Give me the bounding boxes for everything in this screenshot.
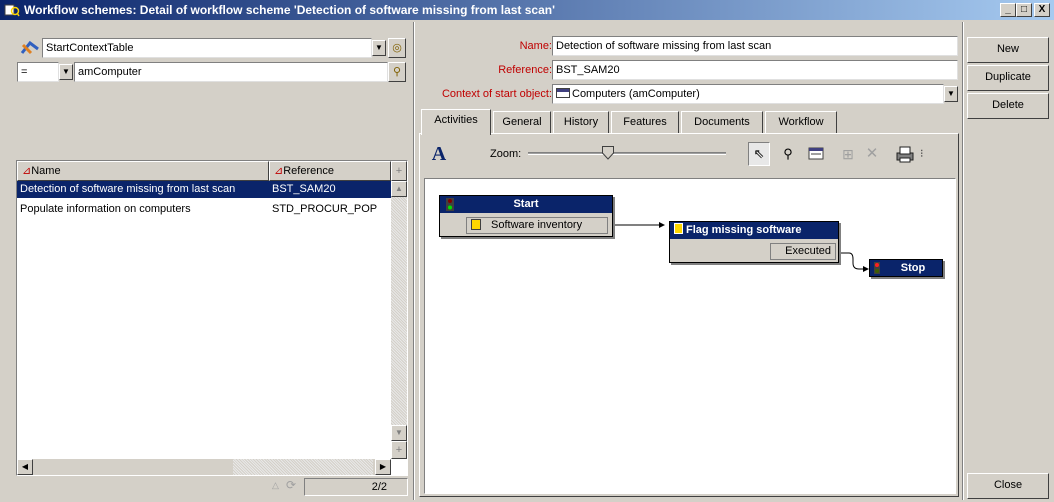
- scroll-track[interactable]: [233, 459, 373, 475]
- scheme-list[interactable]: ⊿Name ⊿Reference Detection of software m…: [16, 160, 408, 476]
- print-icon[interactable]: [894, 144, 916, 164]
- filter-table-dropdown[interactable]: ▼: [372, 40, 386, 56]
- app-icon: [4, 2, 20, 18]
- tab-panel: A Zoom: ⇖ ⚲ ⊞ ✕ ⁝ Start Software invento…: [419, 133, 959, 497]
- stop-node[interactable]: Stop: [869, 259, 943, 277]
- zoom-slider-thumb[interactable]: [602, 146, 614, 160]
- pane-splitter[interactable]: [413, 22, 415, 500]
- context-dropdown[interactable]: ▼: [944, 86, 958, 102]
- window-title: Workflow schemes: Detail of workflow sch…: [24, 3, 555, 17]
- scroll-up-icon[interactable]: ▲: [391, 181, 407, 197]
- start-event[interactable]: Software inventory: [466, 217, 608, 234]
- table-icon: [556, 88, 570, 98]
- filter-value-input[interactable]: amComputer: [74, 62, 388, 82]
- maximize-button[interactable]: □: [1016, 3, 1032, 17]
- name-label: Name:: [519, 40, 552, 52]
- scroll-add-icon[interactable]: +: [391, 441, 407, 459]
- diagram-canvas[interactable]: Start Software inventory Flag missing so…: [424, 178, 956, 494]
- table-row[interactable]: Populate information on computers STD_PR…: [17, 201, 391, 218]
- cell-name: Populate information on computers: [20, 203, 191, 215]
- tab-features[interactable]: Features: [611, 111, 679, 133]
- scroll-left-icon[interactable]: ◀: [17, 459, 33, 475]
- zoom-tool-icon[interactable]: ⚲: [778, 144, 798, 164]
- button-column-divider: [962, 22, 964, 500]
- add-activity-icon[interactable]: ⊞: [838, 144, 858, 164]
- record-count: 2/2: [304, 478, 408, 496]
- filter-table-field[interactable]: StartContextTable: [42, 38, 372, 58]
- cell-reference: BST_SAM20: [272, 183, 336, 195]
- tab-workflow[interactable]: Workflow: [765, 111, 837, 133]
- event-icon: [471, 219, 481, 230]
- filter-table-icon: [20, 39, 40, 57]
- diagram-toolbar: A Zoom: ⇖ ⚲ ⊞ ✕ ⁝: [424, 140, 954, 170]
- more-tools-icon[interactable]: ⁝: [920, 144, 930, 164]
- cell-name: Detection of software missing from last …: [20, 183, 236, 195]
- reference-label: Reference:: [498, 64, 552, 76]
- tab-history[interactable]: History: [553, 111, 609, 133]
- column-header-name[interactable]: ⊿Name: [17, 161, 269, 181]
- traffic-light-green-icon: [446, 198, 454, 211]
- properties-icon[interactable]: [806, 144, 826, 164]
- scroll-thumb[interactable]: [33, 459, 233, 475]
- scroll-down-icon[interactable]: ▼: [391, 425, 407, 441]
- activity-node[interactable]: Flag missing software Executed: [669, 221, 839, 263]
- minimize-button[interactable]: _: [1000, 3, 1016, 17]
- vertical-scrollbar[interactable]: + ▲ ▼ +: [391, 161, 407, 459]
- stop-node-header: Stop: [870, 260, 942, 276]
- name-field[interactable]: Detection of software missing from last …: [552, 36, 958, 56]
- pointer-tool-icon[interactable]: ⇖: [748, 142, 770, 166]
- tab-general[interactable]: General: [493, 111, 551, 133]
- context-label: Context of start object:: [441, 88, 552, 100]
- zoom-label: Zoom:: [490, 148, 522, 160]
- column-add-icon[interactable]: +: [391, 161, 407, 181]
- horizontal-scrollbar[interactable]: ◀ ▶: [17, 459, 391, 475]
- list-header: ⊿Name ⊿Reference: [17, 161, 391, 181]
- table-row[interactable]: Detection of software missing from last …: [17, 181, 391, 198]
- activity-event[interactable]: Executed: [770, 243, 836, 260]
- close-button[interactable]: Close: [967, 473, 1049, 499]
- title-bar: Workflow schemes: Detail of workflow sch…: [0, 0, 1054, 20]
- close-window-button[interactable]: X: [1034, 3, 1050, 17]
- scroll-right-icon[interactable]: ▶: [375, 459, 391, 475]
- operator-dropdown[interactable]: ▼: [59, 64, 73, 80]
- reference-field[interactable]: BST_SAM20: [552, 60, 958, 80]
- start-node-header: Start: [440, 196, 612, 213]
- new-button[interactable]: New: [967, 37, 1049, 63]
- zoom-slider[interactable]: [528, 146, 726, 162]
- start-node[interactable]: Start Software inventory: [439, 195, 613, 237]
- context-field[interactable]: Computers (amComputer): [552, 84, 944, 104]
- delete-button[interactable]: Delete: [967, 93, 1049, 119]
- sort-icon: △: [272, 480, 279, 490]
- font-button[interactable]: A: [428, 142, 450, 166]
- delete-icon[interactable]: ✕: [862, 144, 882, 164]
- search-icon[interactable]: ⚲: [388, 62, 406, 82]
- column-header-reference[interactable]: ⊿Reference: [269, 161, 391, 181]
- operator-field[interactable]: =: [17, 62, 59, 82]
- refresh-icon[interactable]: ⟳: [286, 478, 296, 492]
- cell-reference: STD_PROCUR_POP: [272, 203, 378, 215]
- list-status-bar: △ ⟳ 2/2: [16, 478, 408, 496]
- tab-activities[interactable]: Activities: [421, 109, 491, 135]
- filter-config-icon[interactable]: ◎: [388, 38, 406, 58]
- tab-documents[interactable]: Documents: [681, 111, 763, 133]
- duplicate-button[interactable]: Duplicate: [967, 65, 1049, 91]
- activity-node-header: Flag missing software: [670, 222, 838, 239]
- traffic-light-red-icon: [874, 262, 880, 274]
- activity-icon: [674, 223, 683, 234]
